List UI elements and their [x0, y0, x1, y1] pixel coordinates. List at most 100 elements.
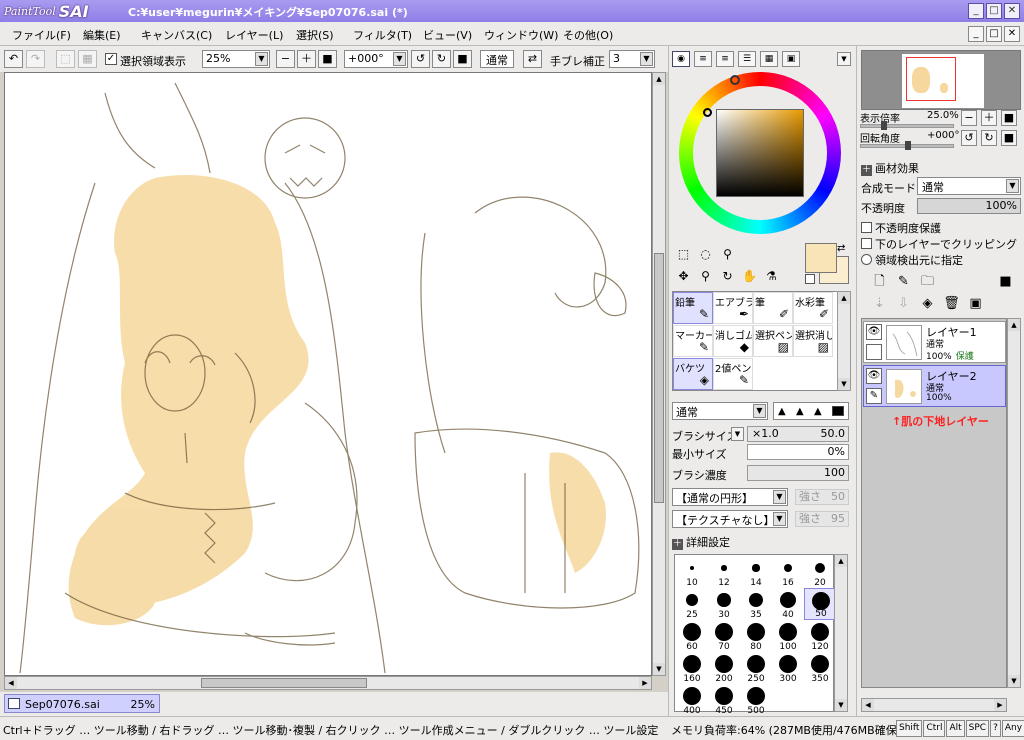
scroll-down-arrow-icon[interactable]: ▼ — [653, 663, 665, 675]
color-wheel-tab-icon[interactable]: ◉ — [672, 51, 690, 67]
brush-pencil[interactable]: 鉛筆 ✎ — [673, 292, 713, 324]
brush-size-50[interactable]: 50 — [804, 588, 836, 620]
redo-button[interactable]: ↷ — [26, 50, 45, 68]
clip-below-checkbox[interactable]: 下のレイヤーでクリッピング — [861, 236, 1017, 252]
zoom-in-button[interactable]: ＋ — [297, 50, 316, 68]
brush-grid-scrollbar[interactable]: ▲ ▼ — [837, 291, 851, 391]
lasso-icon[interactable]: ◌ — [697, 246, 714, 263]
scroll-up-arrow-icon[interactable]: ▲ — [653, 73, 665, 85]
menu-other[interactable]: その他(O) — [563, 27, 613, 43]
menu-select[interactable]: 選択(S) — [296, 27, 334, 43]
scroll-down-arrow-icon[interactable]: ▼ — [835, 699, 847, 711]
brush-size-200[interactable]: 200 — [708, 652, 740, 684]
zoom-ratio-slider[interactable] — [860, 121, 954, 130]
new-layer-icon[interactable]: 🗋 — [871, 273, 888, 291]
nav-zoom-in-button[interactable]: ＋ — [981, 110, 997, 126]
scroll-up-arrow-icon[interactable]: ▲ — [1008, 319, 1020, 331]
canvas[interactable] — [4, 72, 652, 676]
rotate-ccw-button[interactable]: ↺ — [411, 50, 430, 68]
zoom-reset-button[interactable]: ■ — [318, 50, 337, 68]
texture-strength-slider[interactable]: 強さ 95 — [795, 511, 849, 527]
brush-watercolor[interactable]: 水彩筆 ✐ — [793, 292, 833, 324]
brush-airbrush[interactable]: エアブラシ ✒ — [713, 292, 753, 324]
scroll-right-arrow-icon[interactable]: ▶ — [639, 677, 651, 689]
angle-combo[interactable]: +000° ▼ — [344, 50, 408, 68]
brush-select-pen[interactable]: 選択ペン ▨ — [753, 325, 793, 357]
alt-key-button[interactable]: Alt — [946, 720, 965, 737]
help-icon[interactable]: ? — [990, 720, 1001, 737]
scratchpad-tab-icon[interactable]: ▣ — [782, 51, 800, 67]
new-folder-icon[interactable]: 🗀 — [919, 273, 936, 291]
edge-medium-icon[interactable]: ▲ — [796, 406, 804, 417]
brush-size-500[interactable]: 500 — [740, 684, 772, 716]
brush-size-350[interactable]: 350 — [804, 652, 836, 684]
detail-settings-toggle[interactable]: ＋詳細設定 — [672, 534, 730, 550]
brush-size-250[interactable]: 250 — [740, 652, 772, 684]
transfer-down-icon[interactable]: ⇣ — [871, 295, 888, 313]
canvas-vertical-scrollbar[interactable]: ▲ ▼ — [652, 72, 666, 676]
rotate-icon[interactable]: ↻ — [719, 268, 736, 285]
rect-select-icon[interactable]: ⬚ — [675, 246, 692, 263]
brush-size-40[interactable]: 40 — [772, 588, 804, 620]
hsv-slider-tab-icon[interactable]: ≡ — [716, 51, 734, 67]
brush-size-30[interactable]: 30 — [708, 588, 740, 620]
menu-edit[interactable]: 編集(E) — [83, 27, 121, 43]
brush-shape-combo[interactable]: 【通常の円形】 ▼ — [672, 488, 788, 506]
brush-size-35[interactable]: 35 — [740, 588, 772, 620]
nav-zoom-reset-button[interactable]: ■ — [1001, 110, 1017, 126]
clear-layer-icon[interactable]: ◈ — [919, 295, 936, 313]
magic-wand-icon[interactable]: ⚲ — [719, 246, 736, 263]
size-grid-scrollbar[interactable]: ▲ ▼ — [834, 554, 848, 712]
edge-solid-icon[interactable] — [832, 406, 844, 416]
saturation-value-square[interactable] — [716, 109, 804, 197]
brush-size-70[interactable]: 70 — [708, 620, 740, 652]
edge-hard-icon[interactable]: ▲ — [814, 406, 822, 417]
min-size-slider[interactable]: 0% — [747, 444, 849, 460]
apply-mask-icon[interactable]: ▣ — [967, 295, 984, 313]
brush-size-16[interactable]: 16 — [772, 556, 804, 588]
brush-deselect[interactable]: 選択消し ▨ — [793, 325, 833, 357]
navigator-preview[interactable] — [861, 50, 1021, 110]
brush-size-10[interactable]: 10 — [676, 556, 708, 588]
brush-size-12[interactable]: 12 — [708, 556, 740, 588]
merge-down-icon[interactable]: ⇩ — [895, 295, 912, 313]
nav-zoom-out-button[interactable]: − — [961, 110, 977, 126]
brush-binary-pen[interactable]: 2値ペン ✎ — [713, 358, 753, 390]
panel-menu-button[interactable]: ▼ — [837, 52, 851, 66]
layer-list-hscrollbar[interactable]: ◀ ▶ — [861, 698, 1007, 712]
scroll-down-arrow-icon[interactable]: ▼ — [1008, 675, 1020, 687]
show-selection-checkbox[interactable]: ✓ — [105, 53, 117, 65]
brush-brush[interactable]: 筆 ✐ — [753, 292, 793, 324]
layer-panel-menu-icon[interactable]: ■ — [997, 273, 1014, 291]
menu-file[interactable]: ファイル(F) — [12, 27, 71, 43]
menu-view[interactable]: ビュー(V) — [423, 27, 472, 43]
any-key-button[interactable]: Any — [1001, 720, 1024, 737]
eye-icon[interactable]: 👁 — [866, 324, 882, 340]
nav-rotate-ccw-button[interactable]: ↺ — [961, 130, 977, 146]
brush-size-450[interactable]: 450 — [708, 684, 740, 716]
canvas-horizontal-scrollbar[interactable]: ◀ ▶ — [4, 676, 652, 690]
stabilizer-combo[interactable]: 3 ▼ — [609, 50, 655, 68]
new-linework-layer-icon[interactable]: ✎ — [895, 273, 912, 291]
reset-colors-icon[interactable] — [805, 274, 815, 284]
material-effect-toggle[interactable]: ＋画材効果 — [861, 160, 919, 176]
nav-rotate-cw-button[interactable]: ↻ — [981, 130, 997, 146]
color-mix-tab-icon[interactable]: ☰ — [738, 51, 756, 67]
maximize-button[interactable]: □ — [986, 3, 1002, 19]
menu-layer[interactable]: レイヤー(L) — [225, 27, 283, 43]
document-tab[interactable]: Sep07076.sai 25% — [4, 694, 160, 713]
shape-strength-slider[interactable]: 強さ 50 — [795, 489, 849, 505]
scroll-up-arrow-icon[interactable]: ▲ — [835, 555, 847, 567]
selection-source-radio[interactable]: 領域検出元に指定 — [861, 252, 963, 268]
ctrl-key-button[interactable]: Ctrl — [923, 720, 946, 737]
trash-icon[interactable]: 🗑 — [943, 295, 960, 313]
scroll-right-arrow-icon[interactable]: ▶ — [994, 699, 1006, 711]
hue-cursor[interactable] — [730, 75, 740, 85]
doc-minimize-button[interactable]: _ — [968, 26, 984, 42]
brush-size-14[interactable]: 14 — [740, 556, 772, 588]
flip-button[interactable]: ⇄ — [523, 50, 542, 68]
brush-marker[interactable]: マーカー ✎ — [673, 325, 713, 357]
brush-size-80[interactable]: 80 — [740, 620, 772, 652]
menu-filter[interactable]: フィルタ(T) — [353, 27, 412, 43]
eye-icon[interactable]: 👁 — [866, 368, 882, 384]
